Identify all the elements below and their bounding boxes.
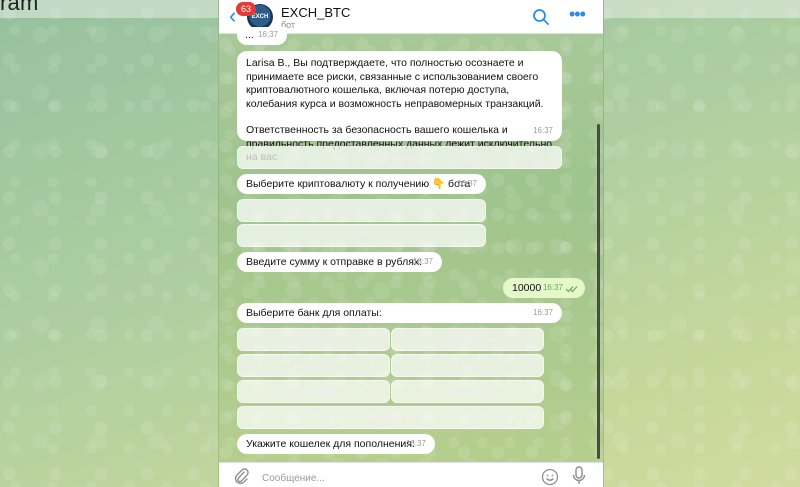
message-bubble-crypto: Выберите криптовалюту к получению 👇 бота… [237,174,486,194]
message-time: 16:37 [532,125,553,135]
message-bubble-disclaimer: Larisa B., Вы подтверждаете, что полност… [237,51,562,163]
microphone-icon[interactable] [572,466,586,486]
message-time: 16:37 [542,282,563,292]
message-text: 10000 [512,282,542,294]
inline-button-unistream[interactable]: Юнистрим [237,380,390,403]
inline-button-gazprombank[interactable]: Газпромбанк [391,380,544,403]
inline-button-tbank[interactable]: Т-Банк [391,354,544,377]
chat-window: ‹ 63 EXCH EXCH_BTC бот ••• ... 16:37 Lar… [218,0,604,487]
message-bubble-bank: Выберите банк для оплаты: 16:37 [237,303,562,323]
unread-badge: 63 [236,2,256,16]
message-text: ... [245,29,254,41]
message-text: Введите сумму к отправке в рублях: [246,256,423,268]
background-right-panel [604,18,800,487]
message-time: 16:37 [257,29,278,39]
read-checkmarks-icon [565,286,578,293]
message-text: Выберите банк для оплаты: [246,307,382,319]
message-bubble-amount: Введите сумму к отправке в рублях: 16:37 [237,252,442,272]
inline-button-kwikpay[interactable]: KWIKPAY [237,406,544,429]
message-time: 16:37 [532,307,553,317]
search-icon[interactable] [532,8,550,26]
message-time: 16:37 [405,438,426,448]
message-time: 16:37 [456,178,477,188]
message-bubble-partial: ... 16:37 [237,27,287,45]
inline-button-sberbank[interactable]: Сбербанк [237,328,390,351]
message-text-paragraph-1: Larisa B., Вы подтверждаете, что полност… [246,57,544,110]
message-bubble-wallet: Укажите кошелек для пополнения: 16:37 [237,434,435,454]
message-text: Укажите кошелек для пополнения: [246,438,415,450]
background-left-panel [0,18,218,487]
inline-button-uralsib[interactable]: Уралсиб Банк [391,328,544,351]
background-window-title: ram [0,0,39,15]
paperclip-icon[interactable] [233,467,249,485]
chat-title[interactable]: EXCH_BTC [281,5,350,20]
emoji-icon[interactable] [541,468,559,486]
scrollbar[interactable] [597,124,600,459]
inline-button-usdt[interactable]: USDT [237,199,486,222]
message-input[interactable] [262,470,512,486]
inline-button-vtb[interactable]: Банк ВТБ [237,354,390,377]
message-text: Выберите криптовалюту к получению 👇 бота [246,178,471,190]
inline-button-btc[interactable]: BTC [237,224,486,247]
message-bubble-outgoing: 10000 16:37 [503,278,585,298]
more-options-icon[interactable]: ••• [569,5,589,23]
message-time: 16:37 [412,256,433,266]
inline-button-confirm[interactable]: Подтверждаю [237,146,562,169]
